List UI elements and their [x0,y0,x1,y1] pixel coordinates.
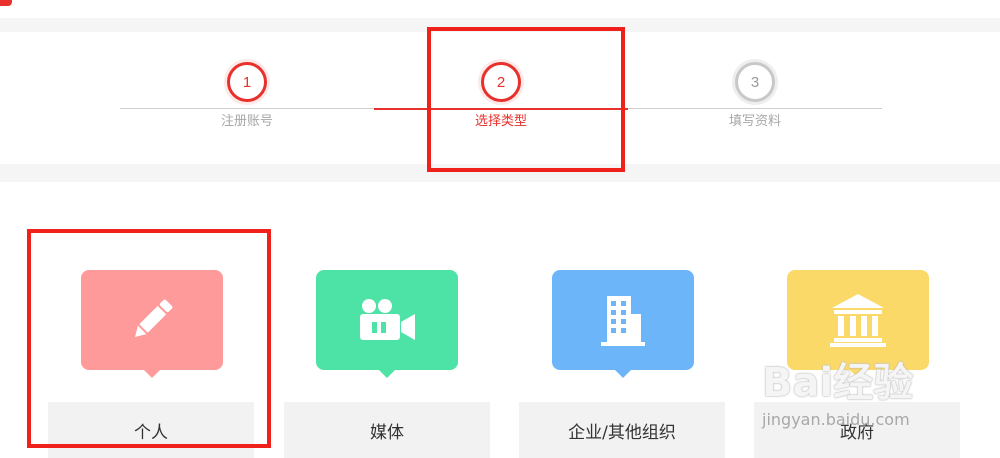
type-card-media[interactable] [316,270,458,378]
top-strip [0,0,1000,18]
step-number: 2 [481,62,521,102]
type-option-enterprise[interactable]: 企业/其他组织 [519,402,725,458]
video-camera-icon [360,299,415,340]
annotation-highlight-individual [27,229,271,448]
type-card-government[interactable] [787,270,929,378]
step-number: 1 [227,62,267,102]
step-fill-info: 3 填写资料 [695,62,815,129]
step-label: 注册账号 [220,114,273,129]
step-label: 填写资料 [728,114,781,129]
type-card-enterprise[interactable] [552,270,694,378]
corner-accent [0,0,12,6]
type-option-government[interactable]: 政府 [754,402,960,458]
step-number: 3 [735,62,775,102]
government-building-icon [830,294,886,347]
type-option-media[interactable]: 媒体 [284,402,490,458]
step-register: 1 注册账号 [187,62,307,129]
building-icon [601,296,645,346]
annotation-highlight-step [427,27,625,172]
